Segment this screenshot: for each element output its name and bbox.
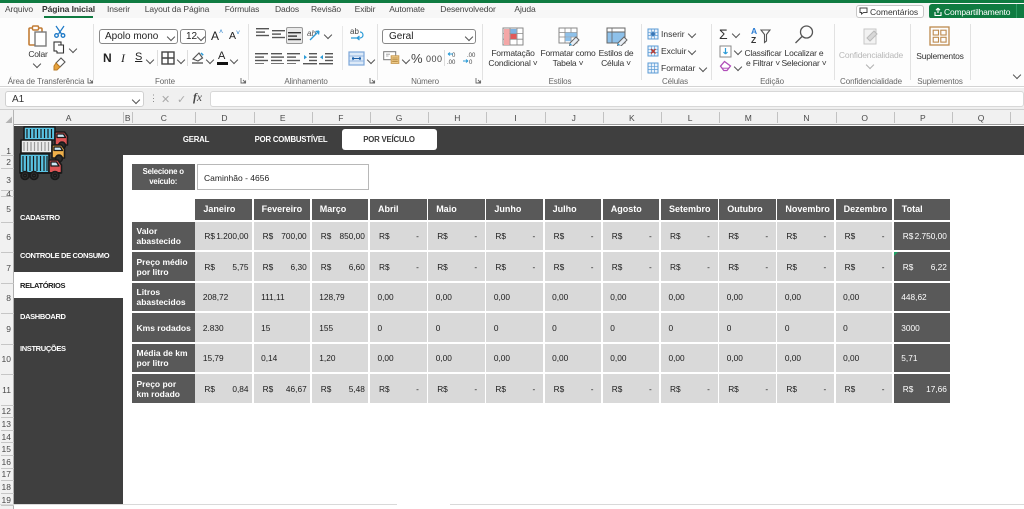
svg-text:.00: .00 — [447, 60, 456, 65]
svg-text:.00: .00 — [467, 53, 476, 59]
svg-text:0: 0 — [469, 60, 473, 65]
svg-text:ab: ab — [350, 27, 359, 36]
svg-text:ab: ab — [307, 29, 316, 38]
svg-text:Z: Z — [751, 35, 756, 45]
